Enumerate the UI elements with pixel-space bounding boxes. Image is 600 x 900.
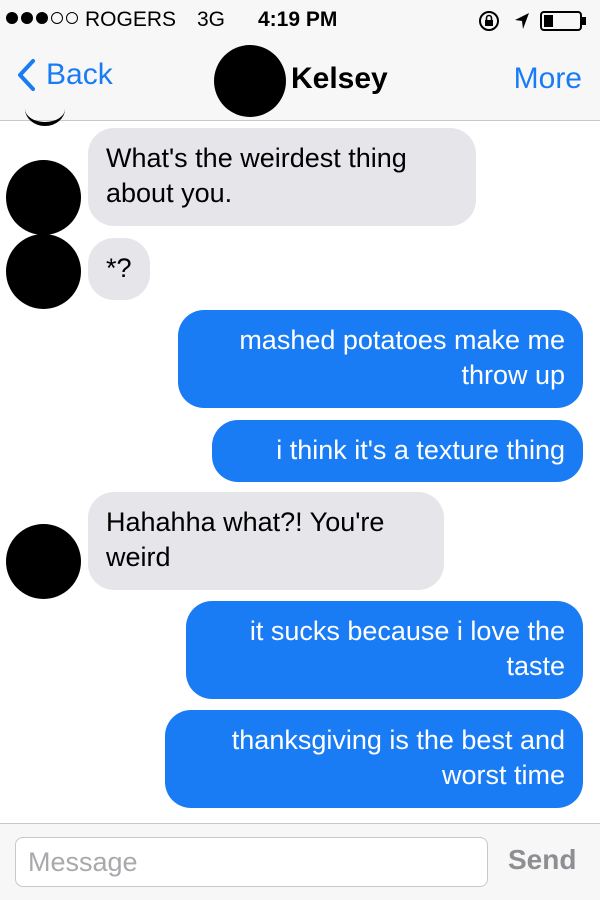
outgoing-message[interactable]: mashed potatoes make me throw up xyxy=(178,310,583,408)
signal-strength-icon xyxy=(6,12,78,24)
message-line: it sucks because i love the xyxy=(249,616,565,646)
status-bar: ROGERS 3G 4:19 PM xyxy=(0,0,600,40)
status-time: 4:19 PM xyxy=(258,8,338,31)
contact-avatar[interactable] xyxy=(214,45,286,117)
message-line: worst time xyxy=(441,760,565,790)
message-line: mashed potatoes make me xyxy=(239,325,565,355)
avatar xyxy=(6,160,81,235)
message-line: about you. xyxy=(106,178,233,208)
rotation-lock-icon xyxy=(478,10,500,38)
back-chevron-icon xyxy=(18,59,35,91)
outgoing-message[interactable]: i think it's a texture thing xyxy=(212,420,583,482)
outgoing-message[interactable]: thanksgiving is the best and worst time xyxy=(165,710,583,808)
message-line: thanksgiving is the best and xyxy=(231,725,565,755)
conversation-header: Back Kelsey More xyxy=(0,40,600,121)
contact-name[interactable]: Kelsey xyxy=(291,62,388,96)
incoming-message[interactable]: Hahahha what?! You're weird xyxy=(88,492,444,590)
battery-icon xyxy=(540,11,588,37)
carrier-name: ROGERS xyxy=(85,8,177,31)
avatar xyxy=(6,524,81,599)
message-line: i think it's a texture thing xyxy=(276,435,565,465)
incoming-message[interactable]: What's the weirdest thing about you. xyxy=(88,128,476,226)
avatar xyxy=(6,234,81,309)
message-line: throw up xyxy=(461,360,565,390)
message-line: taste xyxy=(506,651,565,681)
message-line: What's the weirdest thing xyxy=(106,143,407,173)
message-line: *? xyxy=(106,253,132,283)
more-button[interactable]: More xyxy=(514,62,582,96)
network-type: 3G xyxy=(197,8,226,31)
back-label: Back xyxy=(46,58,113,91)
message-line: weird xyxy=(106,542,171,572)
outgoing-message[interactable]: it sucks because i love the taste xyxy=(186,601,583,699)
message-line: Hahahha what?! You're xyxy=(106,507,385,537)
avatar xyxy=(25,92,65,126)
send-button[interactable]: Send xyxy=(508,844,576,876)
message-composer: Send xyxy=(0,823,600,900)
message-input[interactable] xyxy=(15,837,488,887)
incoming-message[interactable]: *? xyxy=(88,238,150,300)
location-arrow-icon xyxy=(512,10,532,38)
back-button[interactable]: Back xyxy=(16,58,113,92)
